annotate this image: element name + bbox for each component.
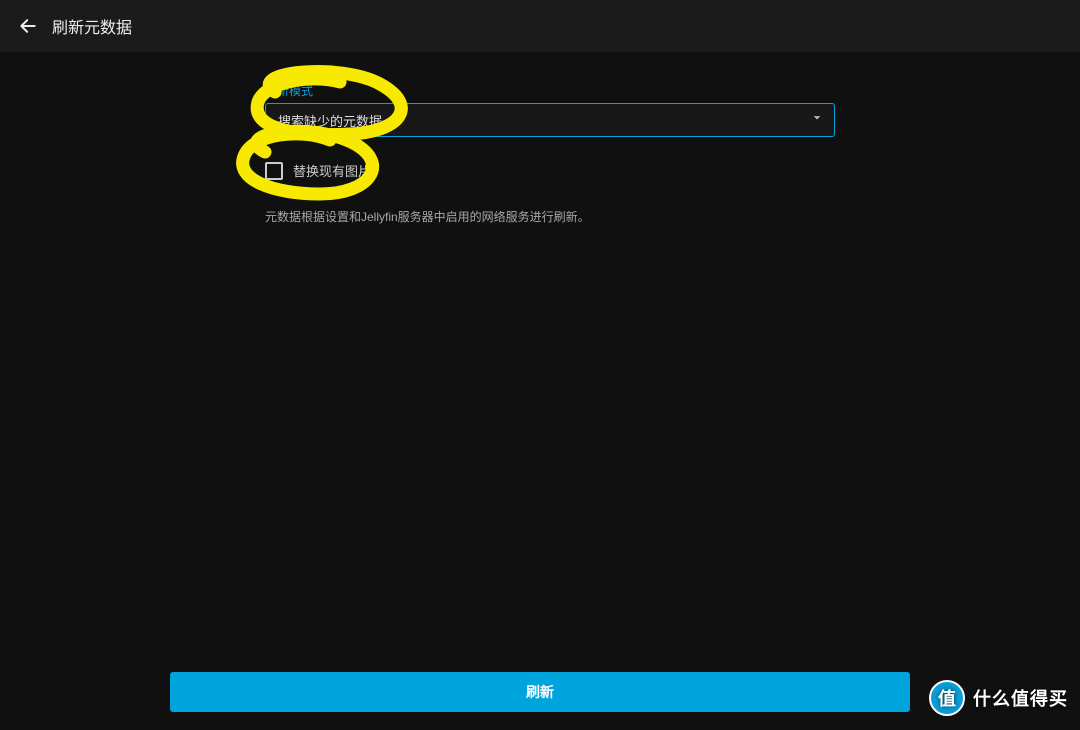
watermark-badge-icon: 值	[929, 680, 965, 716]
content-area: 刷新模式 搜索缺少的元数据 替换现有图片 元数据根据设置和Jellyfin服务器…	[0, 52, 1080, 225]
replace-images-checkbox[interactable]	[265, 162, 283, 180]
refresh-button[interactable]: 刷新	[170, 672, 910, 712]
back-arrow-icon[interactable]	[18, 16, 38, 36]
replace-images-row[interactable]: 替换现有图片	[265, 161, 835, 180]
hint-text: 元数据根据设置和Jellyfin服务器中启用的网络服务进行刷新。	[265, 208, 835, 225]
page-title: 刷新元数据	[52, 14, 132, 38]
watermark-text: 什么值得买	[973, 685, 1068, 711]
refresh-mode-select[interactable]: 搜索缺少的元数据	[265, 103, 835, 137]
header-bar: 刷新元数据	[0, 0, 1080, 52]
replace-images-label: 替换现有图片	[293, 161, 371, 180]
footer: 刷新	[0, 672, 1080, 712]
watermark: 值 什么值得买	[929, 680, 1068, 716]
refresh-mode-label: 刷新模式	[265, 82, 835, 99]
refresh-mode-value: 搜索缺少的元数据	[278, 111, 382, 130]
